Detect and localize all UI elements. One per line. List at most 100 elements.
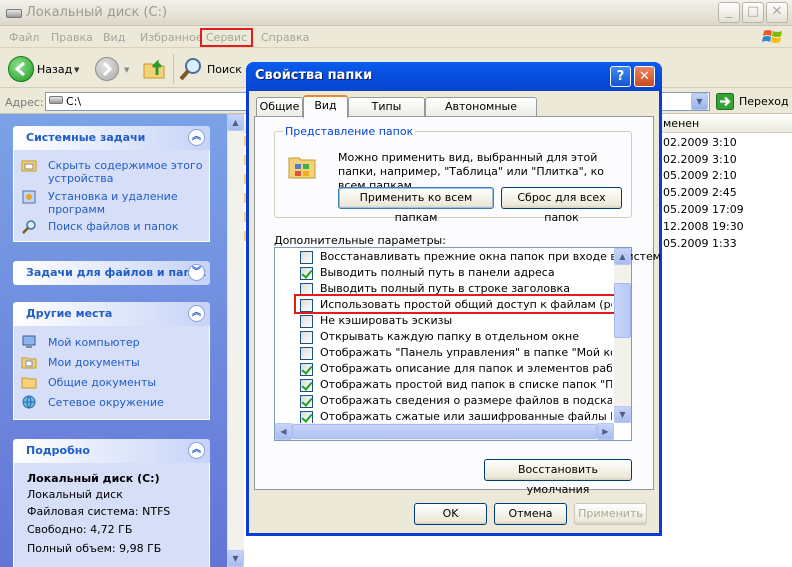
file-date: 05.2009 2:45	[663, 186, 737, 199]
details-filesystem: Файловая система: NTFS	[27, 505, 171, 518]
scroll-up-button[interactable]: ▲	[614, 248, 631, 265]
place-my-documents[interactable]: Мои документы	[48, 356, 140, 369]
search-icon	[22, 220, 36, 234]
task-pane-scrollbar[interactable]	[227, 114, 244, 567]
dialog-close-button[interactable]: ✕	[634, 66, 655, 87]
help-button[interactable]: ?	[610, 66, 631, 87]
network-icon	[22, 395, 36, 409]
advanced-item-label[interactable]: Отображать сведения о размере файлов в п…	[320, 394, 612, 407]
apply-to-all-folders-button[interactable]: Применить ко всем папкам	[338, 187, 494, 224]
back-label[interactable]: Назад	[37, 63, 72, 76]
advanced-checkbox[interactable]	[300, 363, 313, 376]
advanced-checkbox[interactable]	[300, 379, 313, 392]
system-tasks-title: Системные задачи	[26, 131, 146, 144]
advanced-checkbox[interactable]	[300, 267, 313, 280]
task-hide-contents[interactable]: Скрыть содержимое этого устройства	[48, 159, 203, 185]
menu-help[interactable]: Справка	[261, 31, 309, 44]
file-date: 05.2009 17:09	[663, 203, 744, 216]
dialog-title: Свойства папки	[255, 68, 373, 83]
other-places-header[interactable]: Другие места ︽	[13, 302, 210, 326]
advanced-checkbox[interactable]	[300, 395, 313, 408]
menu-file[interactable]: Файл	[9, 31, 39, 44]
go-button[interactable]: Переход	[714, 91, 789, 112]
cancel-button[interactable]: Отмена	[494, 503, 567, 525]
scroll-thumb[interactable]	[614, 283, 631, 338]
chevron-down-icon[interactable]: ▼	[74, 66, 79, 74]
chevron-down-icon[interactable]: ▼	[124, 66, 129, 74]
windows-logo-icon	[762, 30, 782, 43]
advanced-item-label[interactable]: Отображать простой вид папок в списке па…	[320, 378, 612, 391]
tab-offline-files[interactable]: Автономные файлы	[425, 97, 537, 131]
file-tasks-header[interactable]: Задачи для файлов и папок ︾	[13, 261, 210, 285]
ok-button[interactable]: OK	[414, 503, 487, 525]
task-add-remove-programs[interactable]: Установка и удаление программ	[48, 190, 178, 216]
forward-button[interactable]	[95, 57, 119, 81]
restore-defaults-button[interactable]: Восстановить умолчания	[484, 459, 632, 496]
search-label[interactable]: Поиск	[207, 63, 242, 76]
tab-file-types[interactable]: Типы файлов	[348, 97, 425, 131]
toolbar-separator	[173, 54, 174, 84]
apply-button[interactable]: Применить	[574, 503, 647, 525]
shared-documents-icon	[21, 377, 37, 389]
address-dropdown-button[interactable]: ▼	[691, 93, 708, 110]
arrow-left-icon	[14, 61, 25, 77]
search-icon[interactable]	[178, 56, 204, 82]
tab-view[interactable]: Вид	[303, 95, 348, 118]
advanced-item-label[interactable]: Отображать "Панель управления" в папке "…	[320, 346, 612, 359]
advanced-checkbox[interactable]	[300, 315, 313, 328]
drive-icon	[6, 9, 22, 18]
scroll-right-button[interactable]: ▶	[597, 423, 614, 440]
task-search-files[interactable]: Поиск файлов и папок	[48, 220, 179, 233]
other-places-title: Другие места	[26, 307, 113, 320]
go-label[interactable]: Переход	[739, 95, 789, 108]
column-modified[interactable]: менен	[663, 117, 699, 130]
advanced-checkbox[interactable]	[300, 331, 313, 344]
place-my-computer[interactable]: Мой компьютер	[48, 336, 140, 349]
details-free-space: Свободно: 4,72 ГБ	[27, 523, 133, 536]
collapse-icon[interactable]: ︽	[188, 305, 205, 322]
advanced-checkbox[interactable]	[300, 251, 313, 264]
place-shared-documents[interactable]: Общие документы	[48, 376, 156, 389]
advanced-item-label[interactable]: Восстанавливать прежние окна папок при в…	[320, 250, 661, 263]
expand-icon[interactable]: ︾	[188, 264, 205, 281]
address-label: Адрес:	[5, 96, 44, 109]
file-date: 02.2009 3:10	[663, 153, 737, 166]
advanced-item-label[interactable]: Не кэшировать эскизы	[320, 314, 452, 327]
details-name: Локальный диск (C:)	[27, 472, 160, 485]
scroll-thumb[interactable]	[292, 424, 597, 439]
scroll-up-button[interactable]: ▲	[227, 114, 244, 131]
advanced-item-label[interactable]: Открывать каждую папку в отдельном окне	[320, 330, 579, 343]
details-header[interactable]: Подробно ︽	[13, 439, 210, 463]
place-network[interactable]: Сетевое окружение	[48, 396, 164, 409]
advanced-item-label[interactable]: Отображать сжатые или зашифрованные файл…	[320, 410, 612, 423]
details-body: Локальный диск (C:) Локальный диск Файло…	[13, 463, 210, 567]
advanced-checkbox[interactable]	[300, 347, 313, 360]
menu-favorites[interactable]: Избранное	[140, 31, 202, 44]
reset-all-folders-button[interactable]: Сброс для всех папок	[501, 187, 622, 224]
advanced-item-label[interactable]: Выводить полный путь в панели адреса	[320, 266, 555, 279]
back-button[interactable]	[8, 56, 34, 82]
drive-icon	[49, 96, 63, 104]
file-tasks-title: Задачи для файлов и папок	[26, 266, 207, 279]
collapse-icon[interactable]: ︽	[188, 442, 205, 459]
highlight-frame-menu-tools	[200, 28, 253, 47]
folder-up-icon[interactable]	[142, 55, 168, 81]
maximize-button[interactable]: □	[742, 2, 764, 23]
collapse-icon[interactable]: ︽	[188, 129, 205, 146]
advanced-item-label[interactable]: Отображать описание для папок и элементо…	[320, 362, 612, 375]
details-title: Подробно	[26, 444, 90, 457]
system-tasks-header[interactable]: Системные задачи ︽	[13, 126, 210, 150]
add-remove-programs-icon	[22, 190, 36, 204]
scroll-down-button[interactable]: ▼	[227, 550, 244, 567]
scroll-down-button[interactable]: ▼	[614, 406, 631, 423]
explorer-title: Локальный диск (C:)	[26, 5, 168, 20]
tab-general[interactable]: Общие	[256, 97, 303, 117]
file-date: 12.2008 19:30	[663, 220, 744, 233]
folder-views-icon	[288, 157, 316, 179]
menu-view[interactable]: Вид	[103, 31, 125, 44]
minimize-button[interactable]: _	[718, 2, 740, 23]
scroll-left-button[interactable]: ◀	[275, 423, 292, 440]
menu-edit[interactable]: Правка	[51, 31, 93, 44]
close-button[interactable]: ✕	[766, 2, 788, 23]
address-value[interactable]: C:\	[66, 95, 81, 108]
